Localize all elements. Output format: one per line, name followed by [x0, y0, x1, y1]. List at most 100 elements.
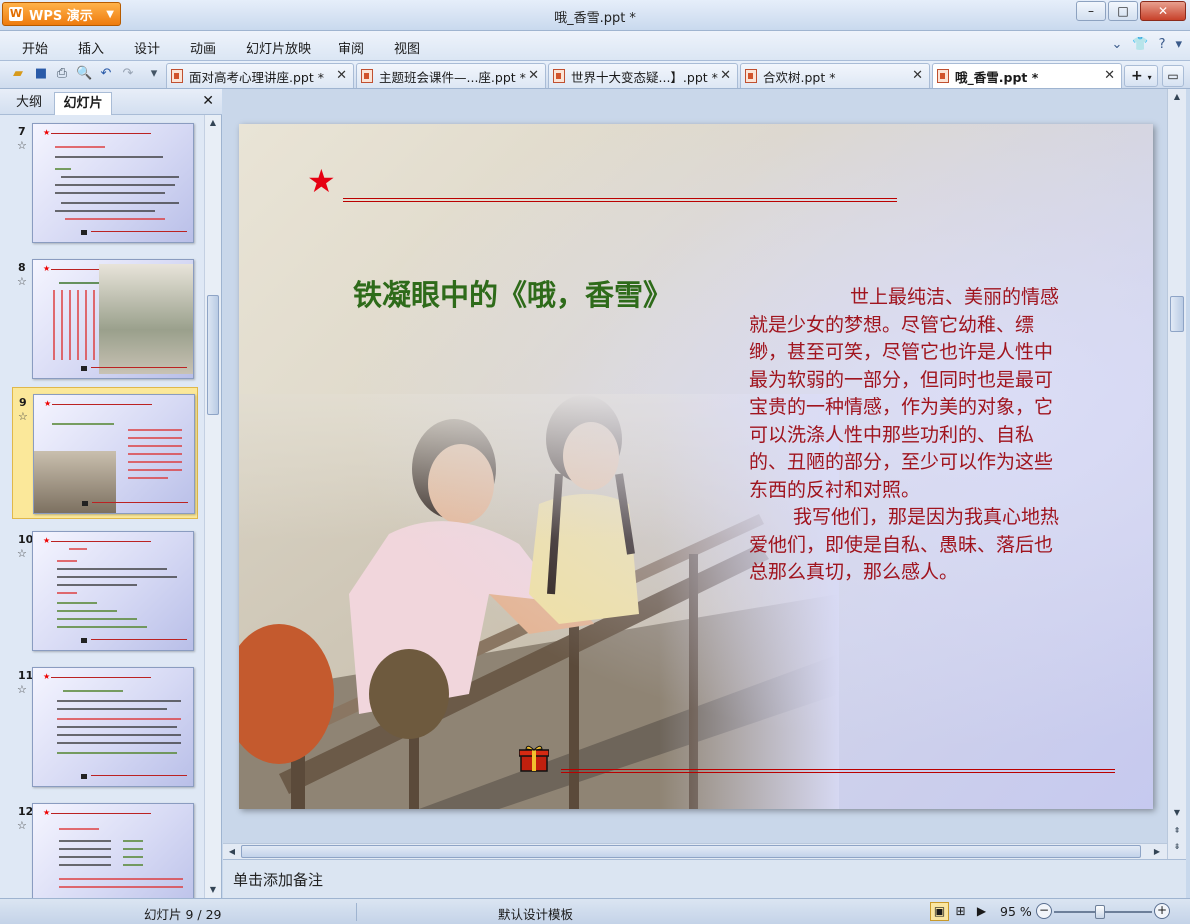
zoom-out-icon[interactable]: −	[1036, 903, 1052, 919]
menu-animation[interactable]: 动画	[190, 38, 216, 57]
slide-number: 7	[18, 125, 26, 138]
skin-icon[interactable]: 👕	[1132, 37, 1148, 52]
tab-slides[interactable]: 幻灯片	[54, 92, 112, 115]
slide-preview: ★	[33, 394, 195, 514]
close-tab-icon[interactable]: ✕	[912, 68, 923, 83]
animation-star-icon: ☆	[17, 275, 27, 288]
tab-list-button[interactable]: ▭	[1162, 65, 1184, 87]
slides-panel: 大纲 幻灯片 ✕ 7 ☆ ★ 8 ☆ ★ 9 ☆ ★ 10 ☆ ★ 11 ☆ ★…	[0, 89, 222, 898]
new-tab-button[interactable]: + ▾	[1124, 65, 1158, 87]
zoom-slider-knob[interactable]	[1095, 905, 1106, 919]
customize-toolbar-icon[interactable]: ▾	[146, 66, 162, 82]
editor-vertical-scrollbar[interactable]: ▲ ▼ ⇞ ⇟	[1167, 89, 1186, 859]
scroll-up-icon[interactable]: ▲	[205, 115, 221, 131]
slide-body-text[interactable]: 世上最纯洁、美丽的情感就是少女的梦想。尽管它幼稚、缥缈，甚至可笑，尽管它也许是人…	[749, 284, 1067, 587]
animation-star-icon: ☆	[17, 819, 27, 832]
maximize-button[interactable]: □	[1108, 1, 1138, 21]
slide-thumbnail-selected[interactable]: 9 ☆ ★	[12, 387, 198, 519]
scrollbar-thumb[interactable]	[1170, 296, 1184, 332]
slide-title[interactable]: 铁凝眼中的《哦，香雪》	[353, 272, 672, 314]
undo-icon[interactable]: ↶	[98, 66, 114, 82]
close-tab-icon[interactable]: ✕	[1104, 68, 1115, 83]
tab-label: 主题班会课件—...座.ppt *	[379, 69, 526, 85]
redo-icon[interactable]: ↷	[120, 66, 136, 82]
minimize-button[interactable]: –	[1076, 1, 1106, 21]
status-bar: 幻灯片 9 / 29 默认设计模板 ▣ ⊞ ▶ 95 % − +	[0, 898, 1190, 924]
previous-slide-icon[interactable]: ⇞	[1169, 823, 1185, 839]
next-slide-icon[interactable]: ⇟	[1169, 839, 1185, 855]
animation-star-icon: ☆	[17, 139, 27, 152]
scroll-right-icon[interactable]: ▶	[1149, 844, 1165, 860]
close-tab-icon[interactable]: ✕	[720, 68, 731, 83]
slide-thumbnail[interactable]: 12 ☆ ★	[0, 797, 204, 898]
slide-sorter-view-icon[interactable]: ⊞	[951, 902, 970, 921]
slide-counter: 幻灯片 9 / 29	[144, 907, 222, 922]
slide-canvas[interactable]: ★ 铁凝眼中的《哦，香雪》 世上最纯洁、美丽的情感就是少女的梦想。尽管它幼稚、缥…	[239, 124, 1153, 809]
body-paragraph-1: 世上最纯洁、美丽的情感就是少女的梦想。尽管它幼稚、缥缈，甚至可笑，尽管它也许是人…	[749, 286, 1060, 501]
tab-label: 合欢树.ppt *	[763, 69, 836, 85]
tab-outline[interactable]: 大纲	[6, 92, 52, 115]
ppt-file-icon	[361, 69, 373, 83]
tab-doc-1[interactable]: 面对高考心理讲座.ppt * ✕	[166, 63, 354, 88]
close-window-button[interactable]: ✕	[1140, 1, 1186, 21]
slide-thumbnail-list: 7 ☆ ★ 8 ☆ ★ 9 ☆ ★ 10 ☆ ★ 11 ☆ ★ 12 ☆ ★	[0, 115, 204, 898]
tab-doc-4[interactable]: 合欢树.ppt * ✕	[740, 63, 930, 88]
slide-preview: ★	[32, 803, 194, 898]
slide-preview: ★	[32, 259, 194, 379]
collapse-ribbon-icon[interactable]: ⌄	[1111, 37, 1122, 52]
chevron-down-icon[interactable]: ▾	[1175, 37, 1182, 52]
decorative-top-line	[343, 198, 897, 202]
slide-preview: ★	[32, 123, 194, 243]
print-preview-icon[interactable]: 🔍	[76, 66, 92, 82]
ppt-file-icon	[937, 69, 949, 83]
slide-thumbnail[interactable]: 7 ☆ ★	[0, 117, 204, 249]
menu-view[interactable]: 视图	[394, 38, 420, 57]
ppt-file-icon	[745, 69, 757, 83]
close-tab-icon[interactable]: ✕	[336, 68, 347, 83]
zoom-in-icon[interactable]: +	[1154, 903, 1170, 919]
divider	[356, 903, 357, 921]
panel-scrollbar[interactable]: ▲ ▼	[204, 115, 221, 898]
close-panel-icon[interactable]: ✕	[202, 93, 214, 109]
menu-design[interactable]: 设计	[134, 38, 160, 57]
panel-tabs: 大纲 幻灯片 ✕	[0, 89, 222, 115]
menu-insert[interactable]: 插入	[78, 38, 104, 57]
notes-pane[interactable]: 单击添加备注	[223, 859, 1186, 898]
menu-slideshow[interactable]: 幻灯片放映	[246, 38, 311, 57]
slide-preview: ★	[32, 667, 194, 787]
slide-thumbnail[interactable]: 11 ☆ ★	[0, 661, 204, 793]
scroll-up-icon[interactable]: ▲	[1169, 89, 1185, 105]
animation-star-icon: ☆	[17, 683, 27, 696]
close-tab-icon[interactable]: ✕	[528, 68, 539, 83]
quick-access-toolbar: ▰ ■ ⎙ 🔍 ↶ ↷ ▾ 面对高考心理讲座.ppt * ✕ 主题班会课件—..…	[0, 61, 1190, 89]
scrollbar-thumb[interactable]	[241, 845, 1141, 858]
menu-home[interactable]: 开始	[22, 38, 48, 57]
tab-doc-5[interactable]: 哦_香雪.ppt * ✕	[932, 63, 1122, 88]
slide-thumbnail[interactable]: 10 ☆ ★	[0, 525, 204, 657]
tab-doc-2[interactable]: 主题班会课件—...座.ppt * ✕	[356, 63, 546, 88]
print-icon[interactable]: ⎙	[54, 66, 70, 82]
scroll-left-icon[interactable]: ◀	[224, 844, 240, 860]
slide-thumbnail[interactable]: 8 ☆ ★	[0, 253, 204, 385]
scroll-down-icon[interactable]: ▼	[205, 882, 221, 898]
open-folder-icon[interactable]: ▰	[10, 66, 26, 82]
slideshow-view-icon[interactable]: ▶	[972, 902, 991, 921]
slide-number: 8	[18, 261, 26, 274]
scrollbar-thumb[interactable]	[207, 295, 219, 415]
editor-horizontal-scrollbar[interactable]: ◀ ▶	[223, 843, 1167, 859]
decorative-bottom-line	[561, 769, 1115, 773]
save-icon[interactable]: ■	[33, 66, 49, 82]
star-icon: ★	[307, 162, 336, 200]
scroll-down-icon[interactable]: ▼	[1169, 805, 1185, 821]
ppt-file-icon	[171, 69, 183, 83]
menu-review[interactable]: 审阅	[338, 38, 364, 57]
help-icon[interactable]: ?	[1159, 37, 1166, 52]
ppt-file-icon	[553, 69, 565, 83]
tab-doc-3[interactable]: 世界十大变态疑...】.ppt * ✕	[548, 63, 738, 88]
slide-number: 9	[19, 396, 27, 409]
gift-icon	[519, 745, 549, 772]
slide-editor: ★ 铁凝眼中的《哦，香雪》 世上最纯洁、美丽的情感就是少女的梦想。尽管它幼稚、缥…	[223, 89, 1167, 843]
zoom-level: 95 %	[1000, 904, 1032, 919]
design-template-name[interactable]: 默认设计模板	[498, 904, 573, 923]
normal-view-icon[interactable]: ▣	[930, 902, 949, 921]
